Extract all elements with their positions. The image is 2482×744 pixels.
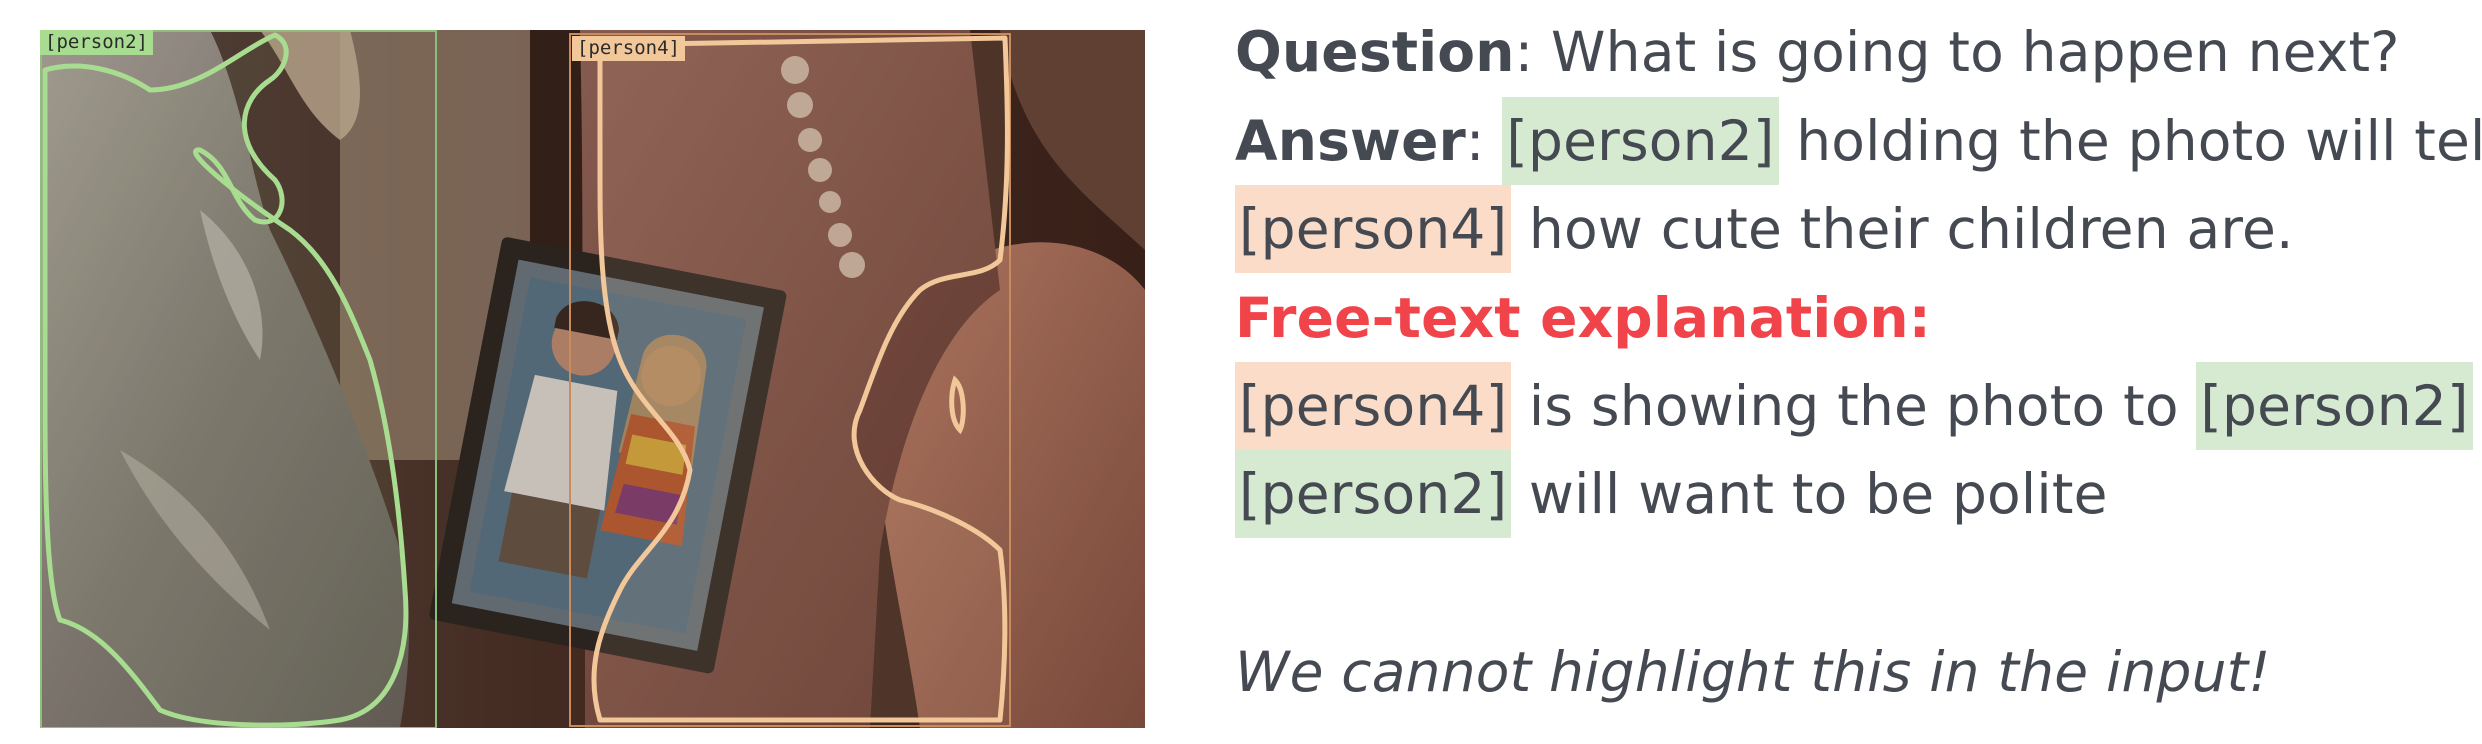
person4-tag-text: [person4]: [577, 37, 680, 59]
answer-line-2: [person4] how cute their children are.: [1235, 185, 2294, 273]
explanation-line-1: [person4] is showing the photo to [perso…: [1235, 362, 2473, 450]
person2-tag-text: [person2]: [45, 31, 148, 53]
person4-tag: [person4]: [572, 36, 685, 61]
person2-tag: [person2]: [40, 30, 153, 55]
answer-sep: :: [1465, 109, 1485, 173]
question-label: Question: [1235, 20, 1515, 84]
question-line: Question: What is going to happen next?: [1235, 8, 2400, 96]
scene-illustration: [40, 30, 1145, 728]
qa-text-panel: Question: What is going to happen next? …: [1235, 0, 2482, 744]
answer-label: Answer: [1235, 109, 1466, 173]
answer-text-a: holding the photo will tell: [1778, 109, 2482, 173]
question-text: What is going to happen next?: [1533, 20, 2400, 84]
input-note: We cannot highlight this in the input!: [1235, 640, 2271, 704]
explanation-line-2: [person2] will want to be polite: [1235, 450, 2108, 538]
answer-line-1: Answer: [person2] holding the photo will…: [1235, 97, 2482, 185]
question-sep: :: [1514, 20, 1534, 84]
answer-text-b: how cute their children are.: [1511, 197, 2294, 261]
answer-person2-highlight: [person2]: [1502, 97, 1779, 185]
explanation-text-2: will want to be polite: [1511, 462, 2108, 526]
answer-person4-highlight: [person4]: [1235, 185, 1512, 273]
explanation-person2-highlight-2: [person2]: [1235, 450, 1512, 538]
explanation-person4-highlight: [person4]: [1235, 362, 1512, 450]
explanation-person2-highlight: [person2]: [2196, 362, 2473, 450]
explanation-text-1: is showing the photo to: [1511, 374, 2197, 438]
scene-image: [person2] [person4]: [40, 30, 1145, 728]
explanation-heading: Free-text explanation:: [1235, 286, 1931, 350]
